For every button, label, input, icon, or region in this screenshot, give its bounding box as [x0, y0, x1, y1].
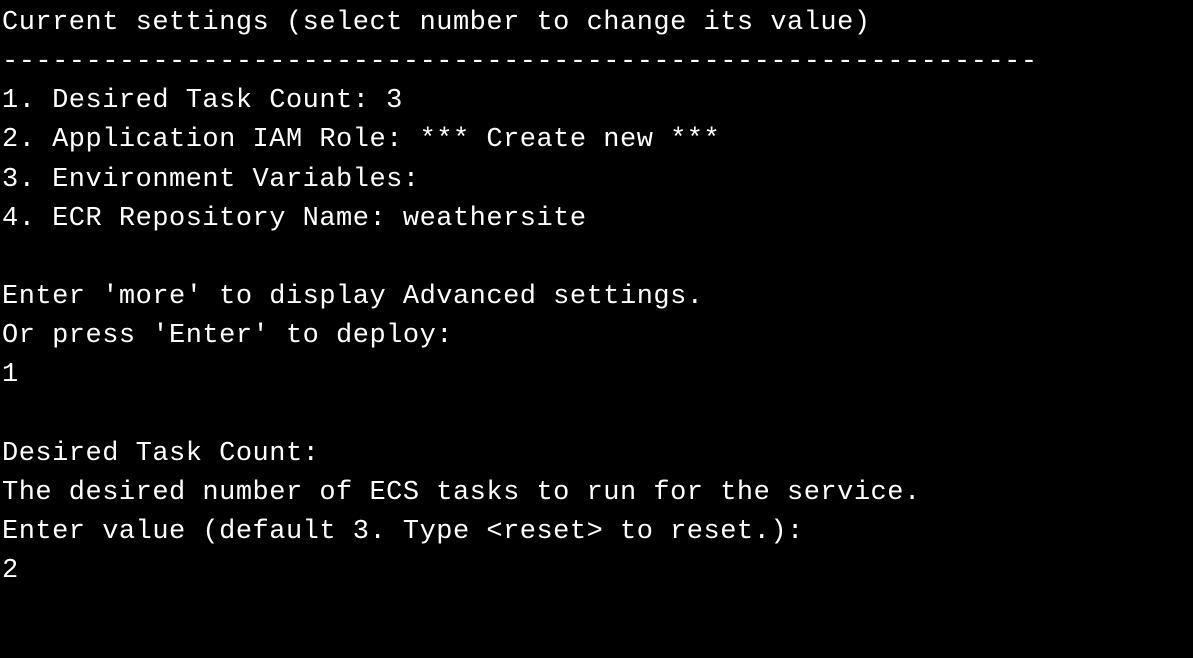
setting-item-1: 1. Desired Task Count: 3 — [2, 82, 1191, 121]
detail-label: Desired Task Count: — [2, 435, 1191, 474]
user-input-selection[interactable]: 1 — [2, 356, 1191, 395]
settings-header: Current settings (select number to chang… — [2, 4, 1191, 43]
blank-line — [2, 395, 1191, 434]
prompt-more: Enter 'more' to display Advanced setting… — [2, 278, 1191, 317]
setting-item-2: 2. Application IAM Role: *** Create new … — [2, 121, 1191, 160]
detail-prompt: Enter value (default 3. Type <reset> to … — [2, 513, 1191, 552]
prompt-enter: Or press 'Enter' to deploy: — [2, 317, 1191, 356]
user-input-value[interactable]: 2 — [2, 552, 1191, 591]
blank-line — [2, 239, 1191, 278]
divider-line: ----------------------------------------… — [2, 43, 1191, 82]
detail-description: The desired number of ECS tasks to run f… — [2, 474, 1191, 513]
setting-item-4: 4. ECR Repository Name: weathersite — [2, 200, 1191, 239]
setting-item-3: 3. Environment Variables: — [2, 161, 1191, 200]
